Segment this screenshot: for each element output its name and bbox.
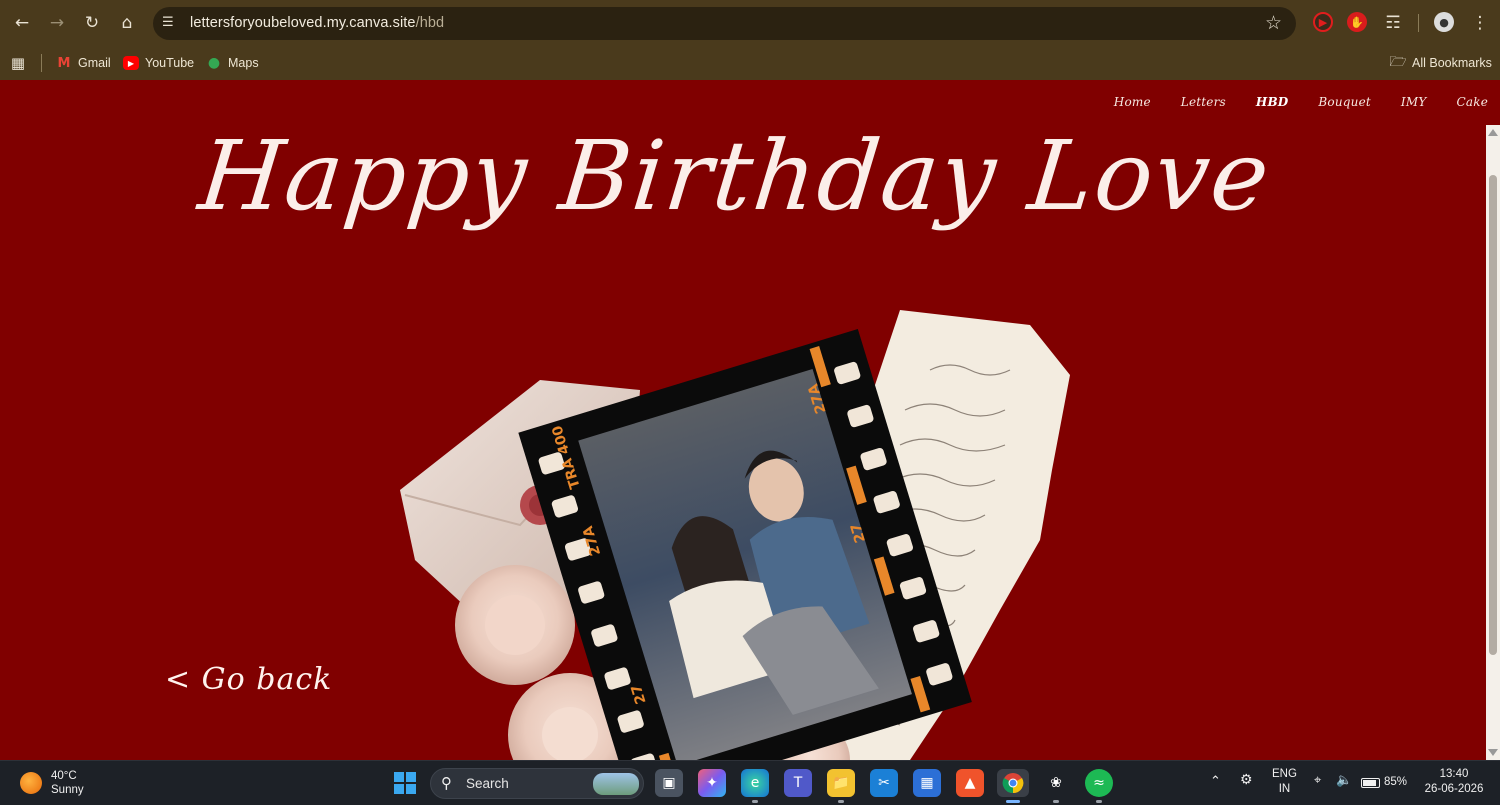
scroll-up-arrow[interactable] — [1488, 129, 1498, 136]
gmail-icon: M — [57, 55, 71, 71]
page-canvas: Home Letters HBD Bouquet IMY Cake Happy … — [0, 80, 1500, 760]
nav-imy[interactable]: IMY — [1401, 95, 1427, 109]
adblock-extension-icon[interactable]: ✋ — [1347, 12, 1367, 32]
bookmark-gmail[interactable]: M Gmail — [56, 52, 111, 74]
folder-icon: 🗁 — [1389, 54, 1407, 70]
record-extension-icon[interactable]: ▶ — [1313, 12, 1333, 32]
menu-kebab-icon[interactable]: ⋮ — [1468, 11, 1492, 35]
taskbar-search[interactable]: ⚲ Search — [430, 768, 644, 799]
clock-date: 26-06-2026 — [1424, 783, 1484, 795]
copilot-icon[interactable]: ✦ — [698, 769, 726, 797]
toolbar-divider — [1418, 14, 1419, 32]
chatgpt-icon[interactable]: ❀ — [1042, 769, 1070, 803]
maps-icon: ● — [207, 55, 221, 71]
scroll-down-arrow[interactable] — [1488, 749, 1498, 756]
windows-start-icon[interactable] — [391, 769, 419, 797]
weather-widget[interactable]: 40°C Sunny — [20, 769, 84, 797]
edge-icon[interactable]: e — [741, 769, 769, 803]
go-back-link[interactable]: < Go back — [165, 662, 332, 697]
clock[interactable]: 13:40 26-06-2026 — [1420, 767, 1488, 797]
headline-title: Happy Birthday Love — [194, 120, 1276, 232]
nav-bouquet[interactable]: Bouquet — [1318, 95, 1371, 109]
weather-condition: Sunny — [51, 784, 84, 796]
search-label: Search — [466, 776, 509, 791]
battery-indicator[interactable]: 85% — [1361, 775, 1407, 790]
site-nav: Home Letters HBD Bouquet IMY Cake — [1084, 95, 1488, 109]
chrome-icon[interactable] — [997, 769, 1029, 803]
windows-taskbar: 40°C Sunny ⚲ Search ▣ ✦ e T 📁 ✂ ▦ ▲ ❀ ≈ … — [0, 760, 1500, 805]
nav-letters[interactable]: Letters — [1181, 95, 1226, 109]
clock-time: 13:40 — [1439, 768, 1469, 780]
forward-icon[interactable]: → — [45, 11, 69, 35]
language-indicator[interactable]: ENG IN — [1272, 767, 1297, 797]
task-view-icon[interactable]: ▣ — [655, 769, 683, 797]
address-bar[interactable]: ☰ lettersforyoubeloved.my.canva.site/hbd… — [153, 7, 1296, 40]
sun-icon — [20, 772, 42, 794]
tray-overflow-chevron-icon[interactable]: ⌃ — [1210, 773, 1221, 788]
search-icon: ⚲ — [441, 774, 452, 792]
back-icon[interactable]: ← — [10, 11, 34, 35]
spotify-icon[interactable]: ≈ — [1085, 769, 1113, 803]
bookmark-youtube[interactable]: ▶ YouTube — [123, 52, 194, 74]
nav-cake[interactable]: Cake — [1456, 95, 1488, 109]
bookmark-maps[interactable]: ● Maps — [206, 52, 259, 74]
weather-temperature: 40°C — [51, 770, 77, 782]
network-status-icon[interactable]: ⚙ — [1240, 772, 1253, 787]
brave-browser-icon[interactable]: ▲ — [956, 769, 984, 797]
snipping-tool-icon[interactable]: ✂ — [870, 769, 898, 797]
youtube-icon: ▶ — [123, 56, 139, 70]
volume-icon[interactable]: 🔈 — [1336, 772, 1352, 787]
nav-hbd[interactable]: HBD — [1256, 95, 1289, 109]
teams-icon[interactable]: T — [784, 769, 812, 797]
url-text[interactable]: lettersforyoubeloved.my.canva.site/hbd — [190, 15, 444, 31]
extensions-puzzle-icon[interactable]: ☶ — [1381, 11, 1405, 35]
bookmark-star-icon[interactable]: ☆ — [1265, 12, 1282, 34]
apps-grid-icon[interactable]: ▦ — [10, 52, 26, 74]
search-highlight-image — [593, 773, 639, 795]
reload-icon[interactable]: ↻ — [80, 11, 104, 35]
home-icon[interactable]: ⌂ — [115, 11, 139, 35]
nav-home[interactable]: Home — [1114, 95, 1151, 109]
page-scrollbar[interactable] — [1486, 125, 1500, 760]
bookmarks-bar: ▦ M Gmail ▶ YouTube ● Maps 🗁 All Bookmar… — [0, 46, 1500, 80]
birthday-collage: TRA 400 27A 27 27A 27 — [400, 310, 1070, 760]
file-explorer-icon[interactable]: 📁 — [827, 769, 855, 803]
profile-avatar[interactable]: ● — [1434, 12, 1454, 32]
wifi-icon[interactable]: ⌖ — [1314, 772, 1321, 787]
scrollbar-thumb[interactable] — [1489, 175, 1497, 655]
microsoft-store-icon[interactable]: ▦ — [913, 769, 941, 797]
all-bookmarks-folder[interactable]: 🗁 All Bookmarks — [1389, 52, 1492, 74]
battery-icon — [1361, 777, 1380, 788]
bookmarks-divider — [41, 54, 42, 72]
site-info-icon[interactable]: ☰ — [162, 15, 179, 32]
browser-toolbar: ← → ↻ ⌂ ☰ lettersforyoubeloved.my.canva.… — [0, 0, 1500, 46]
